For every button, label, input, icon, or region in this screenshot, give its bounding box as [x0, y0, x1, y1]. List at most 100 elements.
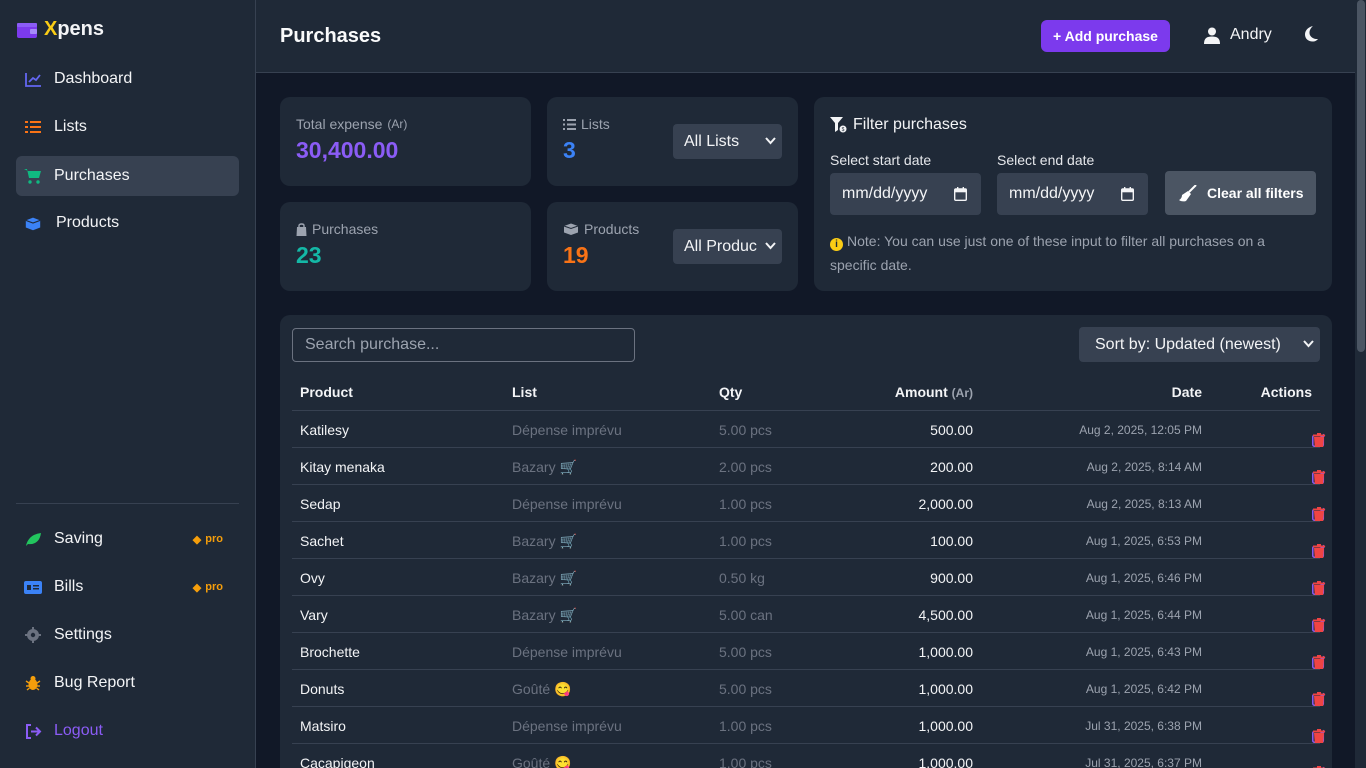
- date-cell: Aug 2, 2025, 8:13 AM: [1086, 497, 1202, 511]
- column-header-actions: Actions: [1260, 384, 1312, 400]
- logout-icon: [24, 722, 42, 740]
- sidebar-item-label: Products: [56, 214, 120, 231]
- list-cell: Bazary 🛒: [512, 459, 577, 475]
- sidebar-item-label: Settings: [54, 626, 112, 643]
- add-purchase-button[interactable]: + Add purchase: [1041, 20, 1170, 52]
- sidebar-item-lists[interactable]: Lists: [16, 107, 239, 147]
- gem-icon: ◆: [192, 533, 202, 546]
- sidebar-item-bug-report[interactable]: Bug Report: [16, 663, 239, 703]
- calendar-icon[interactable]: [1121, 187, 1134, 201]
- filter-note: i Note: You can use just one of these inp…: [830, 233, 1265, 273]
- column-header-list[interactable]: List: [512, 384, 537, 400]
- date-cell: Aug 1, 2025, 6:46 PM: [1085, 571, 1202, 585]
- amount-cell: 1,000.00: [918, 718, 974, 734]
- filter-icon: $: [830, 117, 847, 133]
- column-header-date[interactable]: Date: [1172, 384, 1202, 400]
- list-cell: Dépense imprévu: [512, 496, 622, 512]
- table-header: Product List Qty Amount (Ar) Date Action…: [292, 373, 1320, 411]
- table-row[interactable]: Katilesy Dépense imprévu 5.00 pcs 500.00 Aug…: [292, 411, 1326, 448]
- product-cell: Ovy: [300, 570, 325, 586]
- qty-cell: 1.00 pcs: [719, 496, 772, 512]
- delete-icon[interactable]: [1312, 469, 1326, 485]
- currency-unit: (Ar): [387, 117, 408, 131]
- qty-cell: 5.00 pcs: [719, 644, 772, 660]
- purchases-table-card: Search purchase... Sort by: Updated (new…: [280, 315, 1332, 768]
- sidebar-item-logout[interactable]: Logout: [16, 711, 239, 751]
- sidebar-item-label: Lists: [54, 118, 87, 135]
- scrollbar-thumb[interactable]: [1357, 0, 1365, 352]
- table-row[interactable]: Kitay menaka Bazary 🛒 2.00 pcs 200.00 Aug 2,…: [292, 448, 1326, 485]
- table-row[interactable]: Sachet Bazary 🛒 1.00 pcs 100.00 Aug 1, 2025,…: [292, 522, 1326, 559]
- table-row[interactable]: Ovy Bazary 🛒 0.50 kg 900.00 Aug 1, 2025, 6:4…: [292, 559, 1326, 596]
- table-row[interactable]: Brochette Dépense imprévu 5.00 pcs 1,000.00…: [292, 633, 1326, 670]
- sidebar-item-products[interactable]: Products: [16, 203, 239, 243]
- sidebar-item-label: Logout: [54, 722, 103, 739]
- top-header: Purchases + Add purchase Andry: [256, 0, 1355, 73]
- sidebar-item-settings[interactable]: Settings: [16, 615, 239, 655]
- products-select[interactable]: All Produc: [673, 229, 782, 264]
- pro-badge: ◆ pro: [192, 533, 223, 546]
- logo-x: X: [44, 18, 58, 40]
- gear-icon: [24, 626, 42, 644]
- products-label: Products: [584, 221, 640, 237]
- purchases-card: Purchases 23: [280, 202, 531, 291]
- end-date-label: Select end date: [997, 152, 1095, 168]
- pro-badge: ◆ pro: [192, 581, 223, 594]
- moon-icon: [1305, 26, 1318, 42]
- delete-icon[interactable]: [1312, 691, 1326, 707]
- sidebar-divider: [16, 503, 239, 504]
- clear-filters-button[interactable]: Clear all filters: [1165, 171, 1316, 215]
- table-row[interactable]: Sedap Dépense imprévu 1.00 pcs 2,000.00 Aug …: [292, 485, 1326, 522]
- product-cell: Katilesy: [300, 422, 350, 438]
- delete-icon[interactable]: [1312, 506, 1326, 522]
- column-header-amount[interactable]: Amount (Ar): [895, 384, 973, 400]
- delete-icon[interactable]: [1312, 654, 1326, 670]
- date-cell: Aug 1, 2025, 6:44 PM: [1085, 608, 1202, 622]
- app-logo[interactable]: Xpens: [16, 18, 104, 41]
- list-cell: Bazary 🛒: [512, 607, 577, 623]
- page-title: Purchases: [280, 25, 382, 47]
- products-value: 19: [563, 242, 589, 268]
- lists-select[interactable]: All Lists: [673, 124, 782, 159]
- delete-icon[interactable]: [1312, 580, 1326, 596]
- gem-icon: ◆: [192, 581, 202, 594]
- logo-text: pens: [57, 18, 105, 40]
- search-input[interactable]: Search purchase...: [292, 328, 635, 362]
- theme-toggle[interactable]: [1304, 26, 1318, 47]
- sidebar-item-bills[interactable]: Bills ◆ pro: [16, 567, 239, 607]
- column-header-product[interactable]: Product: [300, 384, 353, 400]
- sidebar-item-label: Purchases: [54, 167, 130, 184]
- table-row[interactable]: Cacapigeon Goûté 😋 1.00 pcs 1,000.00 Jul 31,…: [292, 744, 1325, 768]
- end-date-input[interactable]: mm/dd/yyyy: [997, 173, 1148, 215]
- amount-cell: 500.00: [930, 422, 973, 438]
- delete-icon[interactable]: [1312, 728, 1326, 744]
- sidebar-item-dashboard[interactable]: Dashboard: [16, 59, 239, 99]
- product-cell: Vary: [300, 607, 328, 623]
- table-row[interactable]: Donuts Goûté 😋 5.00 pcs 1,000.00 Aug 1, 2025…: [292, 670, 1326, 707]
- start-date-input[interactable]: mm/dd/yyyy: [830, 173, 981, 215]
- product-cell: Donuts: [300, 681, 345, 697]
- list-cell: Dépense imprévu: [512, 422, 622, 438]
- sidebar-item-saving[interactable]: Saving ◆ pro: [16, 519, 239, 559]
- date-cell: Jul 31, 2025, 6:37 PM: [1085, 756, 1202, 768]
- boxes-icon: [563, 223, 579, 235]
- date-cell: Aug 2, 2025, 12:05 PM: [1079, 423, 1202, 437]
- broom-icon: [1179, 184, 1197, 201]
- sort-select[interactable]: Sort by: Updated (newest): [1079, 327, 1320, 362]
- clear-filters-label: Clear all filters: [1207, 185, 1304, 201]
- amount-cell: 200.00: [930, 459, 973, 475]
- delete-icon[interactable]: [1312, 543, 1326, 559]
- calendar-icon[interactable]: [954, 187, 967, 201]
- table-row[interactable]: Matsiro Dépense imprévu 1.00 pcs 1,000.00 Ju…: [292, 707, 1326, 744]
- column-header-qty[interactable]: Qty: [719, 384, 742, 400]
- cart-icon: [24, 167, 42, 185]
- delete-icon[interactable]: [1312, 617, 1326, 633]
- info-icon: i: [830, 238, 843, 251]
- user-name: Andry: [1230, 26, 1272, 43]
- user-menu[interactable]: Andry: [1204, 26, 1272, 44]
- sidebar-item-purchases[interactable]: Purchases: [16, 156, 239, 196]
- list-icon: [563, 118, 576, 130]
- product-cell: Sedap: [300, 496, 341, 512]
- delete-icon[interactable]: [1312, 432, 1326, 448]
- table-row[interactable]: Vary Bazary 🛒 5.00 can 4,500.00 Aug 1, 2025,…: [292, 596, 1326, 633]
